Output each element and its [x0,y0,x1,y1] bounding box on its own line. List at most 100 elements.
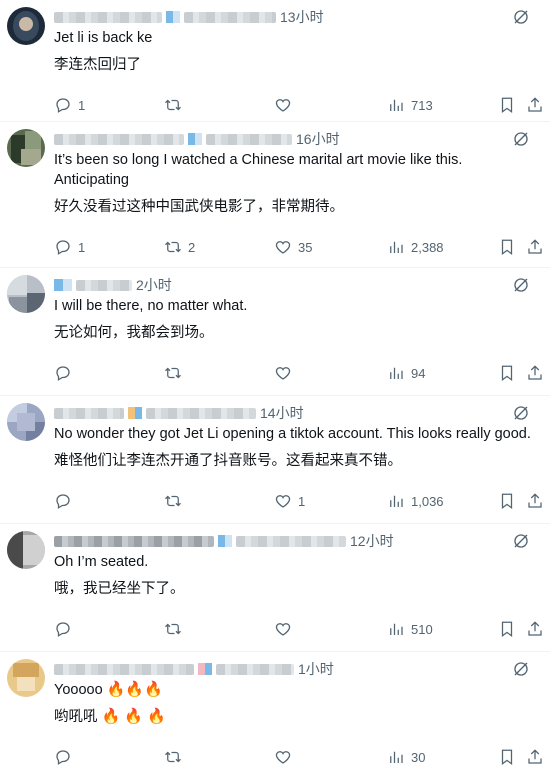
retweet-button[interactable] [164,747,188,767]
tweet-text: Jet li is back ke [54,30,153,46]
username-blurred[interactable] [206,133,292,145]
bookmark-icon [501,239,513,256]
views-button[interactable]: 713 [387,95,433,115]
reply-tweet[interactable]: 1小时 Yooooo 🔥🔥🔥 哟吼吼 🔥 🔥 🔥 30 [0,652,550,774]
views-button[interactable]: 510 [387,619,433,639]
heart-icon [275,241,291,254]
retweet-button[interactable] [164,363,188,383]
username-blurred[interactable] [184,11,276,23]
share-button[interactable] [526,747,544,767]
action-bar: 94 [54,353,542,397]
bookmark-button[interactable] [498,747,516,767]
reply-button[interactable] [54,491,78,511]
like-button[interactable]: 35 [274,237,312,257]
views-button[interactable]: 1,036 [387,491,444,511]
avatar[interactable] [7,129,45,167]
reply-button[interactable] [54,363,78,383]
retweet-icon [165,623,181,635]
timestamp[interactable]: 14小时 [260,403,304,423]
timestamp[interactable]: 2小时 [136,275,172,295]
avatar[interactable] [7,275,45,313]
views-icon [390,241,403,253]
tweet-text: No wonder they got Jet Li opening a tikt… [54,426,531,442]
timestamp[interactable]: 1小时 [298,659,334,679]
timestamp[interactable]: 16小时 [296,129,340,149]
action-bar: 1 2 35 2,388 [54,227,542,271]
views-button[interactable]: 94 [387,363,425,383]
bookmark-button[interactable] [498,619,516,639]
tweet-header: 13小时 [54,6,540,28]
reply-tweet[interactable]: 13小时 Jet li is back ke 李连杰回归了 1 713 [0,0,550,122]
bookmark-button[interactable] [498,237,516,257]
grok-icon[interactable] [512,130,530,148]
bookmark-icon [501,621,513,638]
views-icon [390,99,403,111]
action-bar: 510 [54,609,542,653]
share-button[interactable] [526,95,544,115]
avatar[interactable] [7,659,45,697]
display-name-blurred[interactable] [54,133,184,145]
like-button[interactable] [274,95,298,115]
grok-icon[interactable] [512,660,530,678]
tweet-text: It’s been so long I watched a Chinese ma… [54,152,463,188]
bookmark-button[interactable] [498,491,516,511]
avatar[interactable] [7,7,45,45]
tweet-translation: 哟吼吼 🔥 🔥 🔥 [54,707,540,727]
username-blurred[interactable] [216,663,294,675]
tweet-text: Oh I’m seated. [54,554,149,570]
display-name-blurred[interactable] [76,279,132,291]
tweet-header: 12小时 [54,530,540,552]
username-blurred[interactable] [236,535,346,547]
reply-button[interactable] [54,619,78,639]
bookmark-button[interactable] [498,363,516,383]
views-count: 94 [411,365,426,381]
avatar[interactable] [7,403,45,441]
display-name-blurred[interactable] [54,535,214,547]
heart-icon [275,751,291,764]
tweet-translation: 哦，我已经坐下了。 [54,581,185,597]
retweet-button[interactable] [164,619,188,639]
display-name-blurred[interactable] [54,407,124,419]
like-button[interactable]: 1 [274,491,305,511]
grok-icon[interactable] [512,8,530,26]
share-icon [528,97,542,112]
reply-count: 1 [78,239,86,255]
views-button[interactable]: 2,388 [387,237,444,257]
retweet-button[interactable]: 2 [164,237,195,257]
timestamp[interactable]: 12小时 [350,531,394,551]
username-blurred[interactable] [146,407,256,419]
action-bar: 1 1,036 [54,481,542,525]
reply-button[interactable]: 1 [54,237,85,257]
grok-icon[interactable] [512,404,530,422]
reply-tweet[interactable]: 14小时 No wonder they got Jet Li opening a… [0,396,550,524]
avatar[interactable] [7,531,45,569]
views-icon [390,751,403,763]
reply-icon [56,494,70,509]
reply-tweet[interactable]: 12小时 Oh I’m seated. 哦，我已经坐下了。 510 [0,524,550,652]
reply-icon [56,240,70,255]
retweet-button[interactable] [164,95,188,115]
grok-icon[interactable] [512,532,530,550]
grok-icon[interactable] [512,276,530,294]
share-button[interactable] [526,619,544,639]
views-button[interactable]: 30 [387,747,425,767]
reply-tweet[interactable]: 16小时 It’s been so long I watched a Chine… [0,122,550,268]
timestamp[interactable]: 13小时 [280,7,324,27]
reply-button[interactable] [54,747,78,767]
like-button[interactable] [274,363,298,383]
share-button[interactable] [526,363,544,383]
like-button[interactable] [274,619,298,639]
reply-button[interactable]: 1 [54,95,85,115]
retweet-button[interactable] [164,491,188,511]
display-name-blurred[interactable] [54,663,194,675]
share-button[interactable] [526,491,544,511]
retweet-icon [165,99,181,111]
share-button[interactable] [526,237,544,257]
like-button[interactable] [274,747,298,767]
display-name-blurred[interactable] [54,11,162,23]
reply-tweet[interactable]: 2小时 I will be there, no matter what. 无论如… [0,268,550,396]
bookmark-icon [501,97,513,114]
bookmark-button[interactable] [498,95,516,115]
tweet-header: 14小时 [54,402,540,424]
tweet-translation: 难怪他们让李连杰开通了抖音账号。这看起来真不错。 [54,453,402,469]
